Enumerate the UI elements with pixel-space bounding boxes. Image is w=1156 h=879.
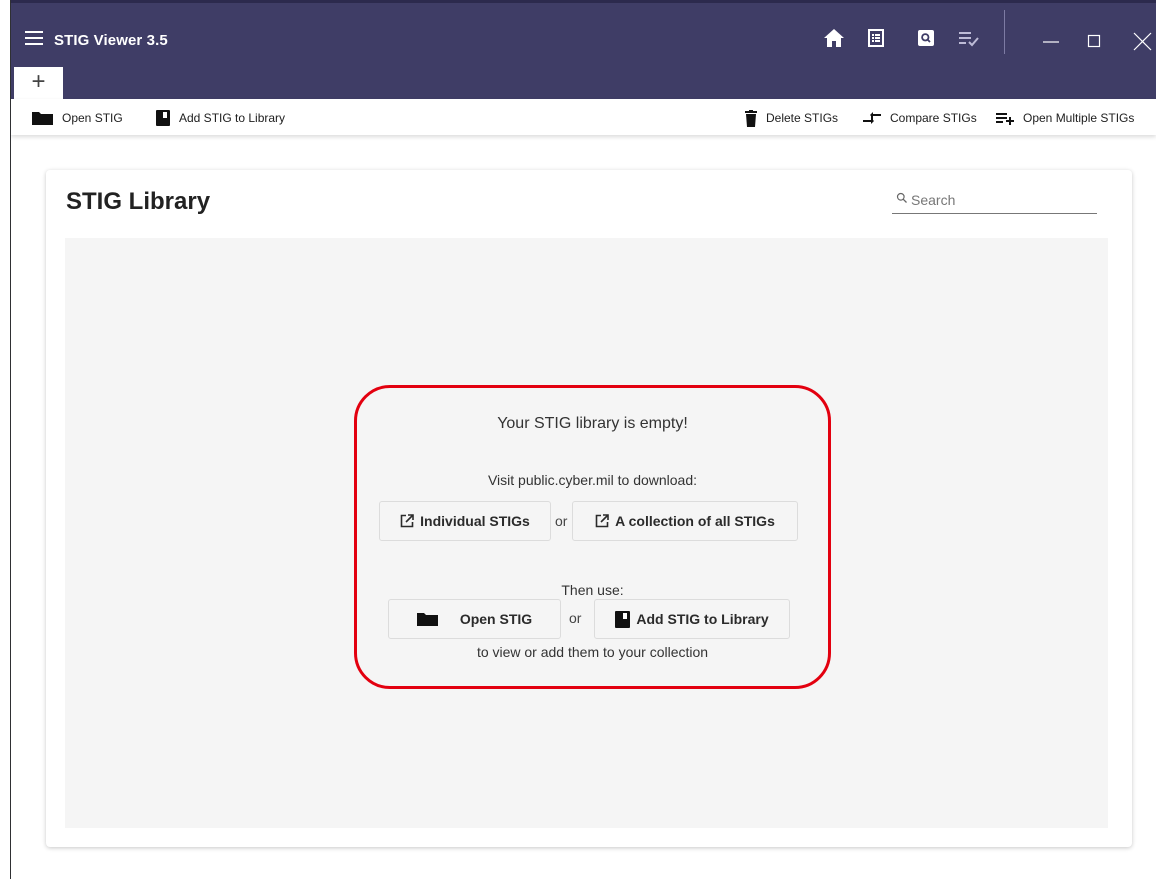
maximize-icon[interactable] (1077, 22, 1111, 52)
add-stig-to-library-label: Add STIG to Library (179, 111, 286, 125)
stig-library-card: STIG Library Your STIG library is empty!… (46, 170, 1132, 847)
window-left-edge (0, 0, 11, 879)
collection-all-stigs-button[interactable]: A collection of all STIGs (572, 501, 798, 541)
delete-stigs-label: Delete STIGs (766, 111, 839, 125)
or-text-1: or (555, 513, 568, 529)
book-icon (615, 610, 631, 628)
close-icon[interactable] (1124, 22, 1156, 52)
playlist-add-icon (996, 112, 1014, 125)
empty-state-title: Your STIG library is empty! (497, 415, 688, 432)
folder-icon (416, 613, 438, 626)
book-icon (156, 110, 170, 126)
individual-stigs-label: Individual STIGs (420, 513, 530, 529)
collection-all-stigs-label: A collection of all STIGs (615, 513, 775, 529)
open-multiple-stigs-button[interactable]: Open Multiple STIGs (996, 108, 1134, 128)
add-stig-to-library-empty-button[interactable]: Add STIG to Library (594, 599, 790, 639)
compare-stigs-label: Compare STIGs (890, 111, 977, 125)
main-content: STIG Library Your STIG library is empty!… (11, 135, 1156, 879)
search-field[interactable] (892, 188, 1097, 214)
then-use-text: Then use: (561, 582, 624, 598)
empty-state-highlight: Your STIG library is empty! Visit public… (354, 385, 831, 689)
home-icon[interactable] (822, 27, 846, 49)
open-stig-empty-label: Open STIG (459, 611, 533, 627)
folder-icon (32, 112, 53, 125)
add-tab-button[interactable]: + (14, 67, 63, 99)
app-title: STIG Viewer 3.5 (54, 32, 168, 49)
delete-stigs-button[interactable]: Delete STIGs (745, 108, 838, 128)
minimize-icon[interactable] (1034, 22, 1068, 52)
compare-arrows-icon (863, 112, 881, 124)
title-bar: STIG Viewer 3.5 (11, 0, 1156, 65)
checklist-icon[interactable] (957, 27, 981, 49)
magnifier-icon (896, 192, 907, 203)
or-text-2: or (569, 610, 582, 626)
open-stig-empty-button[interactable]: Open STIG (388, 599, 561, 639)
open-in-new-icon (595, 514, 609, 528)
compare-stigs-button[interactable]: Compare STIGs (863, 108, 977, 128)
individual-stigs-button[interactable]: Individual STIGs (379, 501, 551, 541)
toolbar: Open STIG Add STIG to Library Delete STI… (11, 99, 1156, 135)
tab-bar: + (11, 65, 1156, 99)
search-icon[interactable] (914, 27, 938, 49)
visit-text: Visit public.cyber.mil to download: (487, 472, 698, 488)
trash-icon (745, 109, 757, 127)
open-multiple-stigs-label: Open Multiple STIGs (1023, 111, 1135, 125)
open-in-new-icon (400, 514, 414, 528)
add-stig-to-library-button[interactable]: Add STIG to Library (156, 108, 285, 128)
empty-state-panel: Your STIG library is empty! Visit public… (357, 388, 828, 686)
title-bar-top-line (11, 0, 1156, 3)
add-stig-to-library-empty-label: Add STIG to Library (636, 611, 769, 627)
library-empty-area: Your STIG library is empty! Visit public… (65, 238, 1108, 828)
open-stig-button[interactable]: Open STIG (32, 108, 123, 128)
menu-icon[interactable] (25, 31, 43, 45)
page-title: STIG Library (66, 188, 211, 215)
view-add-text: to view or add them to your collection (476, 644, 709, 660)
search-input[interactable] (911, 188, 1091, 212)
title-bar-divider (1004, 10, 1005, 54)
stig-viewer-window: STIG Viewer 3.5 + Open STIG Add STIG to … (11, 0, 1156, 879)
list-icon[interactable] (864, 27, 888, 49)
open-stig-label: Open STIG (62, 111, 123, 125)
